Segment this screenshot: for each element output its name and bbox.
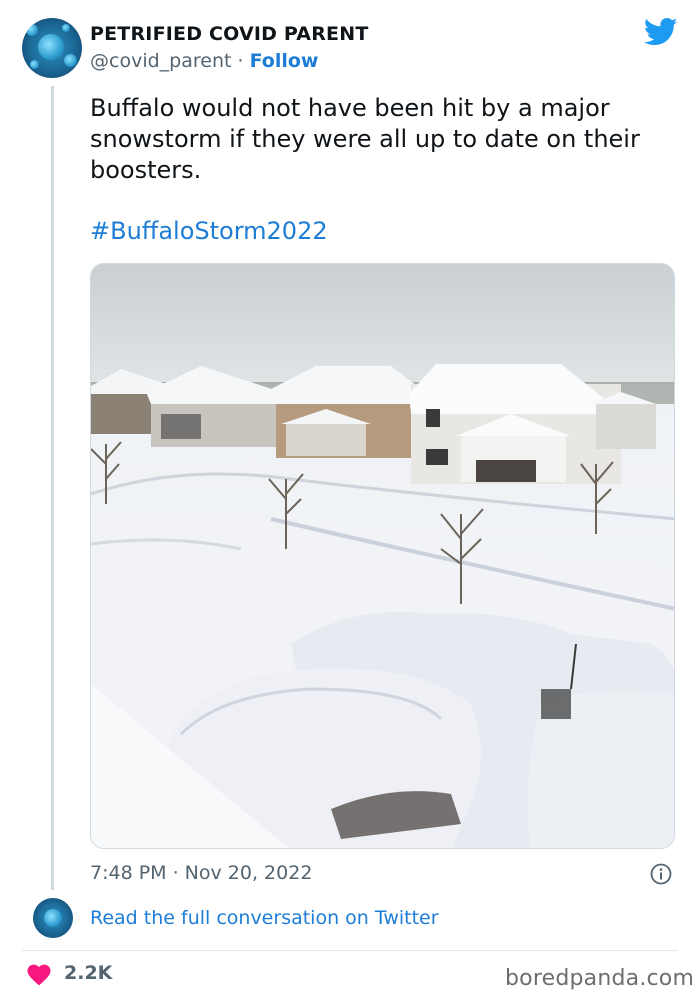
virus-particle [26,24,38,36]
source-watermark: boredpanda.com [505,966,695,991]
handle-separator: · [237,50,244,72]
photo-illustration [91,264,674,848]
author-handle-row: @covid_parent · Follow [90,50,318,72]
info-icon[interactable] [650,863,672,885]
virus-particle [30,60,39,69]
virus-particle [64,54,77,67]
author-avatar[interactable] [22,18,82,78]
virus-avatar-icon [38,34,64,60]
snowy-neighborhood-photo[interactable] [90,263,675,849]
footer-divider [22,950,678,951]
heart-icon[interactable] [27,964,51,986]
read-conversation-link[interactable]: Read the full conversation on Twitter [90,907,439,929]
author-name[interactable]: PETRIFIED COVID PARENT [90,23,368,45]
like-count: 2.2K [64,962,113,984]
thread-line [51,86,54,890]
author-handle[interactable]: @covid_parent [90,50,231,72]
virus-avatar-icon [44,909,62,927]
hashtag-link[interactable]: #BuffaloStorm2022 [90,217,328,245]
virus-particle [62,24,70,32]
tweet-text: Buffalo would not have been hit by a maj… [90,94,640,184]
twitter-bird-icon[interactable] [644,17,678,47]
follow-button[interactable]: Follow [250,50,319,72]
tweet-timestamp[interactable]: 7:48 PM · Nov 20, 2022 [90,862,312,884]
author-avatar-small[interactable] [33,898,73,938]
